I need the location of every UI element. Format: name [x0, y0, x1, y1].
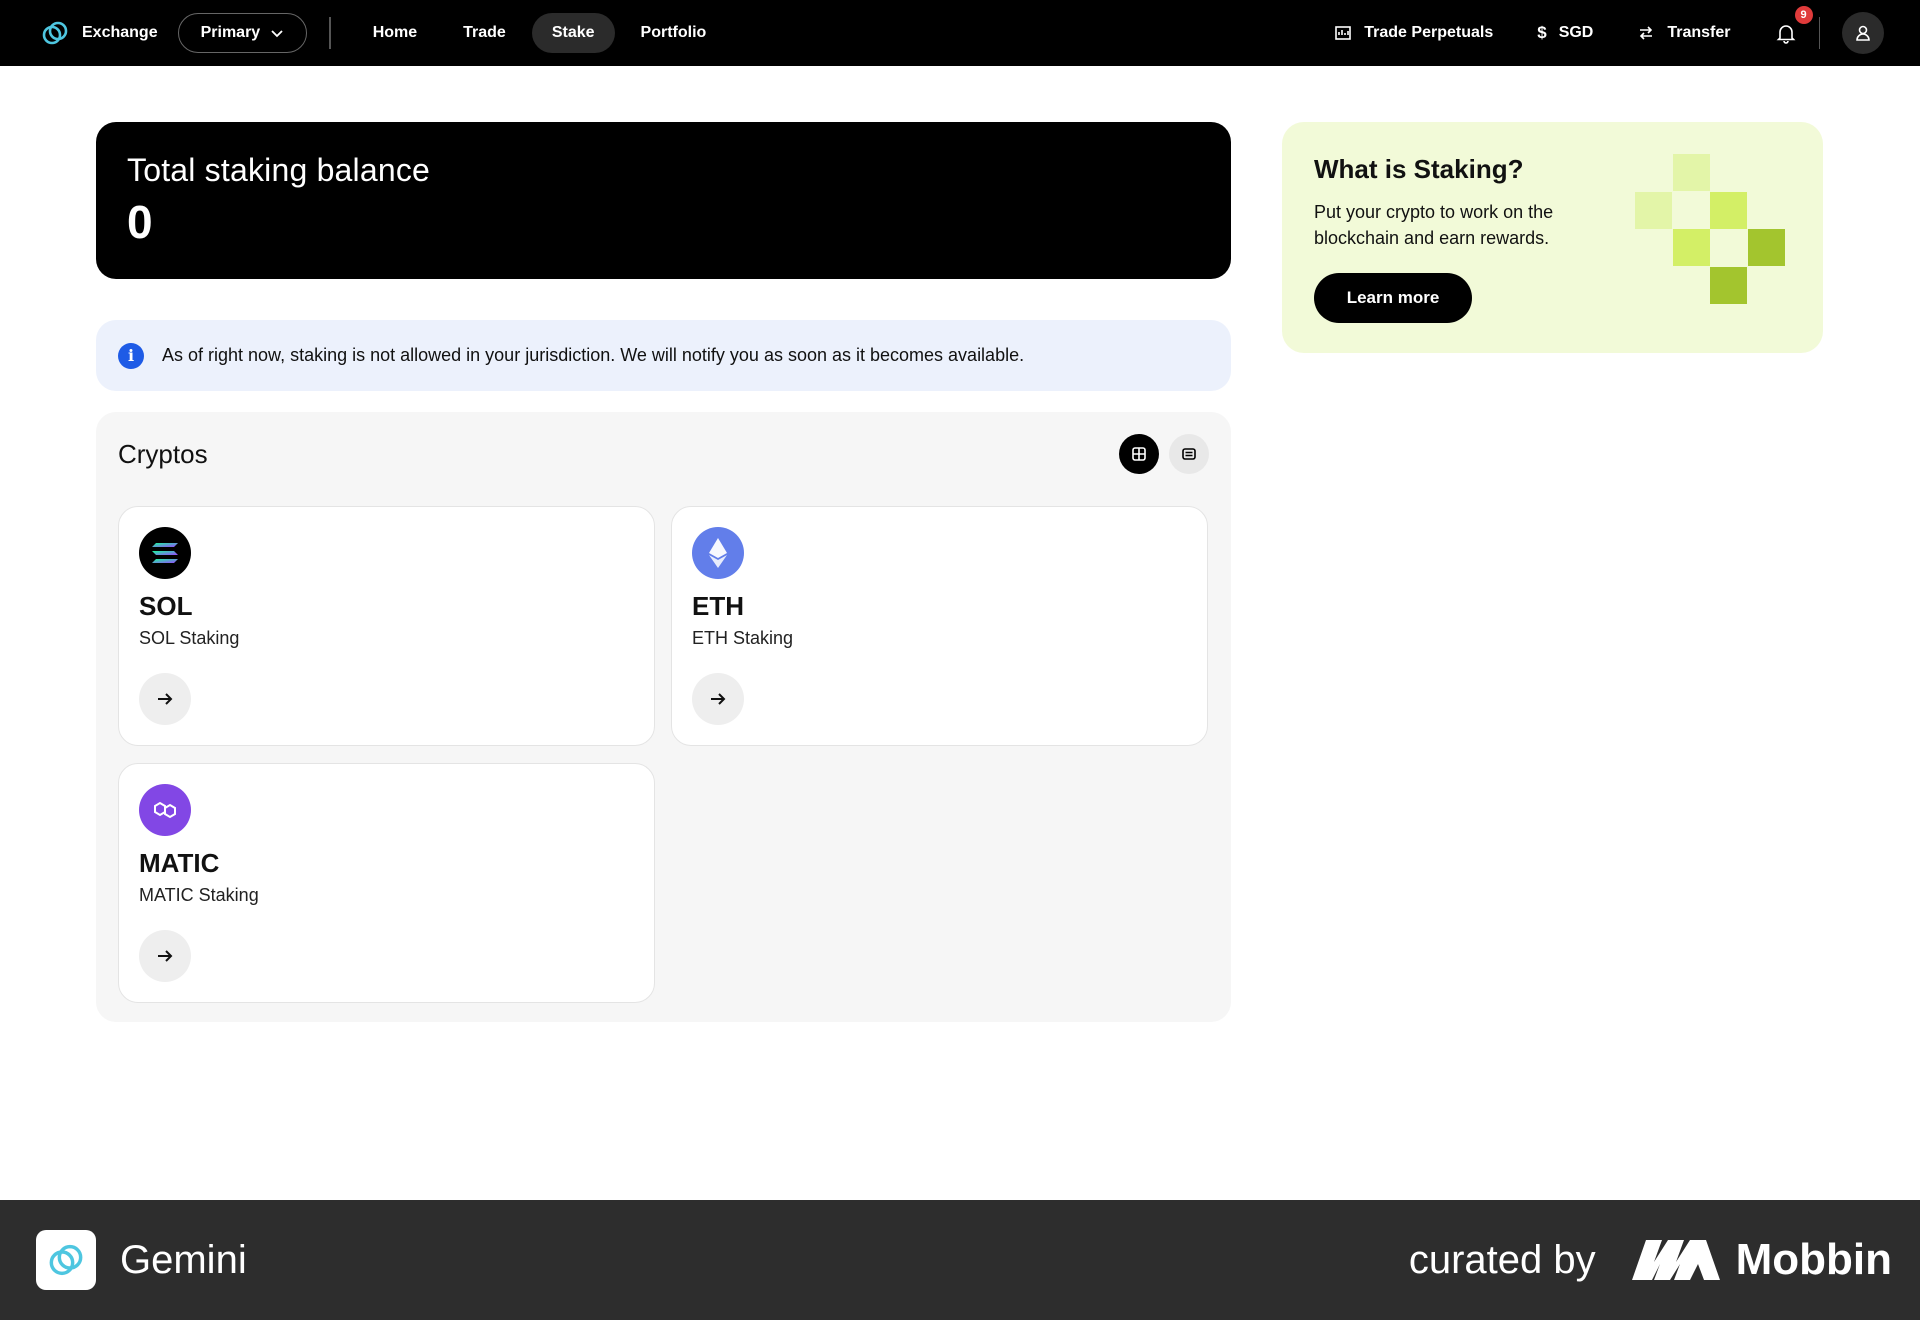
transfer-link[interactable]: Transfer [1637, 24, 1731, 42]
nav-trade[interactable]: Trade [443, 13, 526, 53]
crypto-subtitle: ETH Staking [692, 628, 794, 648]
open-sol-button[interactable] [139, 673, 191, 725]
polygon-icon [139, 784, 191, 836]
notification-badge: 9 [1794, 6, 1813, 24]
pixel-illustration [1635, 154, 1785, 304]
top-nav-bar: Exchange Primary Home Trade Stake Portfo… [0, 0, 1920, 66]
brand[interactable]: Exchange [40, 18, 158, 48]
right-nav: Trade Perpetuals $ SGD Transfer 9 [1334, 6, 1884, 54]
arrow-right-icon [711, 693, 726, 705]
transfer-label: Transfer [1667, 24, 1731, 41]
cryptos-title: Cryptos [118, 438, 208, 469]
transfer-icon [1640, 26, 1653, 40]
crypto-card-matic[interactable]: MATIC MATIC Staking [118, 763, 655, 1003]
crypto-symbol: ETH [692, 591, 744, 621]
notice-text: As of right now, staking is not allowed … [162, 345, 1025, 365]
promo-text: Put your crypto to work on the blockchai… [1314, 202, 1554, 248]
mobbin-brand: Mobbin [1631, 1235, 1892, 1285]
gemini-logo-icon [49, 1244, 83, 1276]
grid-icon [1132, 447, 1146, 461]
nav-home[interactable]: Home [353, 13, 437, 53]
balance-value: 0 [127, 196, 153, 248]
currency-label: SGD [1558, 24, 1594, 41]
nav-portfolio[interactable]: Portfolio [621, 13, 727, 53]
jurisdiction-notice: i As of right now, staking is not allowe… [96, 320, 1231, 391]
staking-info-card: What is Staking? Put your crypto to work… [1282, 122, 1823, 353]
staking-balance-card: Total staking balance 0 [96, 122, 1231, 279]
solana-icon [139, 527, 191, 579]
gemini-app-logo [36, 1230, 96, 1290]
trade-perpetuals-link[interactable]: Trade Perpetuals [1334, 24, 1493, 42]
crypto-grid: SOL SOL Staking ETH ETH Staking MATIC MA… [118, 506, 1209, 1003]
mobbin-label: Mobbin [1735, 1235, 1892, 1284]
dollar-icon: $ [1537, 23, 1547, 42]
learn-more-button[interactable]: Learn more [1314, 273, 1472, 323]
ethereum-icon [692, 527, 744, 579]
chart-icon [1335, 26, 1352, 40]
arrow-right-icon [158, 693, 173, 705]
crypto-symbol: SOL [139, 591, 193, 621]
brand-label: Exchange [82, 24, 158, 41]
pixel-block [1748, 229, 1785, 266]
pixel-block [1710, 192, 1747, 229]
pixel-block [1710, 267, 1747, 304]
nav-stake[interactable]: Stake [531, 13, 615, 53]
cryptos-section: Cryptos SOL SOL Staking ETH ETH Staking … [96, 412, 1231, 1022]
profile-button[interactable] [1842, 12, 1884, 54]
right-divider [1818, 17, 1820, 49]
footer-app-name: Gemini [120, 1237, 247, 1282]
list-icon [1182, 448, 1196, 460]
curated-by-label: curated by [1408, 1237, 1596, 1282]
notifications-button[interactable]: 9 [1775, 6, 1813, 44]
crypto-card-eth[interactable]: ETH ETH Staking [671, 506, 1208, 746]
pixel-block [1673, 154, 1710, 191]
trade-perpetuals-label: Trade Perpetuals [1364, 24, 1494, 41]
grid-view-button[interactable] [1119, 434, 1159, 474]
user-icon [1856, 25, 1870, 41]
chevron-down-icon [271, 30, 283, 38]
balance-title: Total staking balance [127, 152, 431, 188]
view-toggle [1119, 434, 1209, 474]
nav-divider [329, 17, 331, 49]
account-selector[interactable]: Primary [177, 13, 308, 53]
arrow-right-icon [158, 950, 173, 962]
crypto-subtitle: SOL Staking [139, 628, 240, 648]
footer: Gemini curated by Mobbin [0, 1200, 1920, 1320]
footer-credit: curated by Mobbin [1409, 1235, 1892, 1285]
cryptos-header: Cryptos [118, 434, 1209, 474]
account-selector-label: Primary [200, 24, 261, 41]
open-eth-button[interactable] [692, 673, 744, 725]
crypto-subtitle: MATIC Staking [139, 885, 259, 905]
open-matic-button[interactable] [139, 930, 191, 982]
pixel-block [1673, 229, 1710, 266]
gemini-logo-icon [42, 21, 68, 45]
crypto-card-sol[interactable]: SOL SOL Staking [118, 506, 655, 746]
bell-icon [1776, 25, 1795, 44]
pixel-block [1635, 192, 1672, 229]
currency-selector[interactable]: $ SGD [1537, 23, 1593, 43]
mobbin-logo-icon [1631, 1240, 1720, 1280]
info-icon: i [118, 342, 144, 369]
list-view-button[interactable] [1169, 434, 1209, 474]
main-nav: Home Trade Stake Portfolio [353, 13, 727, 53]
crypto-symbol: MATIC [139, 848, 220, 878]
